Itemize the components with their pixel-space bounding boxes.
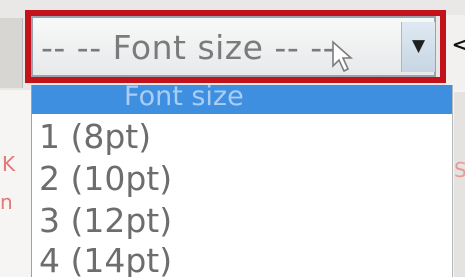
editor-right-gutter (454, 92, 465, 277)
font-size-select[interactable]: -- -- Font size -- -- ▼ (31, 16, 436, 77)
font-size-dropdown-button[interactable]: ▼ (401, 22, 435, 72)
option-3-12pt[interactable]: 3 (12pt) (32, 201, 452, 241)
font-size-select-value: -- -- Font size -- -- (41, 28, 336, 67)
mouse-pointer-icon (332, 40, 354, 73)
background-text-fragment: K (2, 152, 16, 176)
partial-arrow-mark: < (451, 30, 465, 60)
option-4-14pt[interactable]: 4 (14pt) (32, 241, 452, 277)
option-1-8pt[interactable]: 1 (8pt) (32, 117, 452, 157)
font-size-options-list[interactable]: Font size 1 (8pt) 2 (10pt) 3 (12pt) 4 (1… (31, 85, 453, 277)
toolbar-left-control[interactable] (0, 18, 23, 88)
background-text-fragment: n (0, 190, 13, 214)
option-font-size[interactable]: Font size (32, 85, 452, 114)
triangle-down-icon: ▼ (412, 36, 426, 56)
option-2-10pt[interactable]: 2 (10pt) (32, 159, 452, 199)
background-text-fragment: S (454, 158, 465, 182)
